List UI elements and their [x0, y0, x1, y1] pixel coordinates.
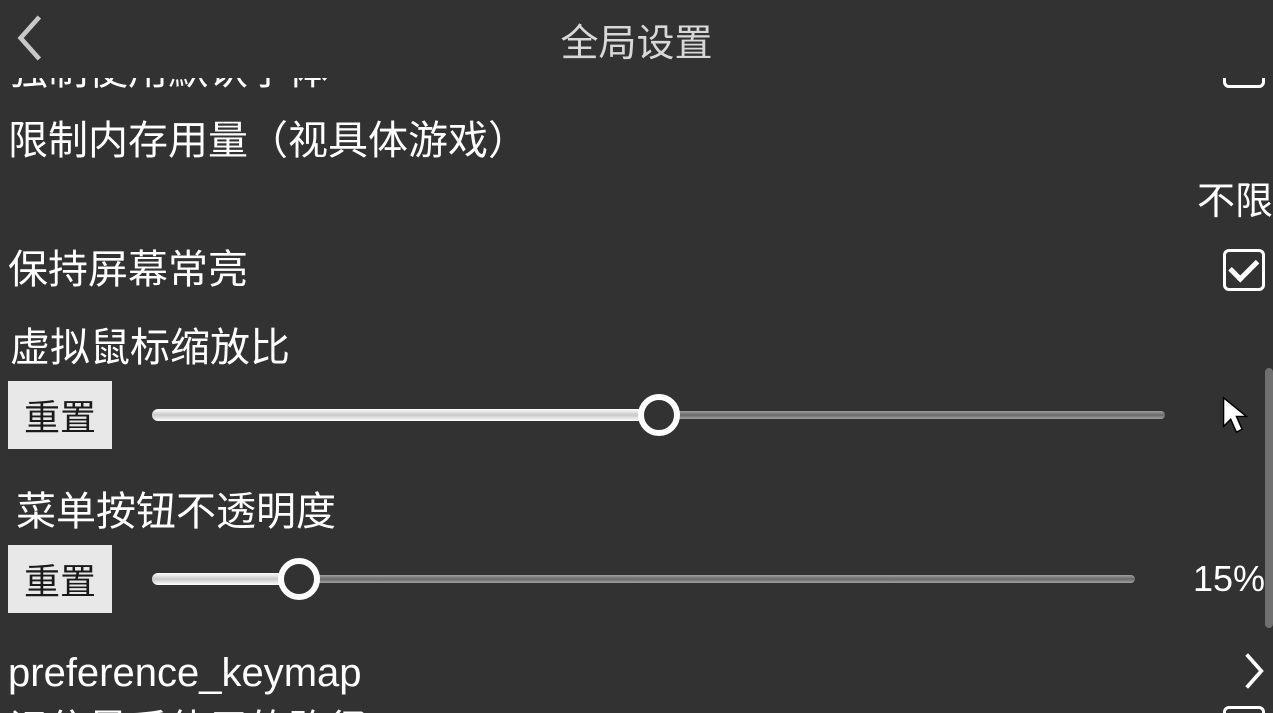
settings-content: 强制使用默认字体 限制内存用量（视具体游戏） 不限 保持屏幕常亮 虚拟鼠标缩放比…	[0, 78, 1273, 713]
cursor-icon	[1205, 395, 1265, 435]
slider-track-fill	[152, 409, 658, 421]
row-memory-limit[interactable]: 限制内存用量（视具体游戏）	[0, 114, 1273, 168]
slider-cursor-scale[interactable]	[152, 393, 1165, 437]
row-preference-keymap[interactable]: preference_keymap	[0, 651, 1273, 696]
row-force-default-font[interactable]: 强制使用默认字体	[0, 78, 1273, 108]
row-remember-path[interactable]: 记住最后使用的路径	[0, 706, 1273, 713]
slider-track-fill	[152, 573, 299, 585]
reset-menu-opacity-button[interactable]: 重置	[8, 545, 112, 613]
checkbox-keep-screen-on[interactable]	[1223, 249, 1265, 291]
value-menu-opacity: 15%	[1175, 558, 1265, 600]
row-keep-screen-on[interactable]: 保持屏幕常亮	[0, 243, 1273, 297]
page-title: 全局设置	[560, 12, 712, 67]
header: 全局设置	[0, 0, 1273, 78]
slider-thumb[interactable]	[638, 394, 680, 436]
back-button[interactable]	[8, 10, 52, 66]
slider-menu-opacity[interactable]	[152, 557, 1135, 601]
value-memory-limit: 不限	[0, 170, 1273, 225]
label-preference-keymap: preference_keymap	[8, 651, 362, 696]
chevron-right-icon	[1243, 651, 1265, 696]
reset-cursor-scale-button[interactable]: 重置	[8, 381, 112, 449]
label-force-default-font: 强制使用默认字体	[8, 78, 328, 98]
chevron-left-icon	[16, 14, 44, 62]
label-cursor-scale: 虚拟鼠标缩放比	[0, 315, 1273, 373]
label-remember-path: 记住最后使用的路径	[8, 706, 368, 713]
slider-thumb[interactable]	[278, 558, 320, 600]
checkbox-remember-path[interactable]	[1223, 706, 1265, 713]
row-cursor-scale: 虚拟鼠标缩放比 重置	[0, 315, 1273, 449]
row-menu-opacity: 菜单按钮不透明度 重置 15%	[0, 479, 1273, 613]
checkbox-force-default-font[interactable]	[1223, 78, 1265, 88]
label-keep-screen-on: 保持屏幕常亮	[8, 243, 248, 297]
label-memory-limit: 限制内存用量（视具体游戏）	[8, 114, 1265, 168]
label-menu-opacity: 菜单按钮不透明度	[0, 479, 1273, 537]
scrollbar[interactable]	[1265, 368, 1273, 628]
